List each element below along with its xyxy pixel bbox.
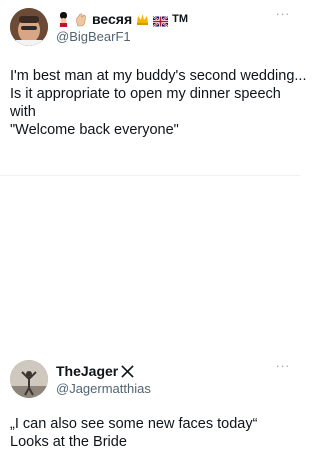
post-text-line: "Welcome back everyone": [10, 122, 179, 138]
post-1[interactable]: весяᴙ TM @BigBearF1 ··· I'm best man at …: [0, 0, 307, 176]
post-2[interactable]: TheJager @Jagermatthias ··· „I can also …: [0, 176, 300, 450]
post-text-line: Looks at the Bride: [10, 434, 127, 450]
avatar[interactable]: [10, 360, 48, 398]
display-name[interactable]: TheJager: [56, 363, 118, 379]
x-logo: [121, 364, 136, 379]
more-icon[interactable]: ···: [276, 6, 291, 21]
avatar[interactable]: [10, 8, 48, 46]
post-text-line: „I can also see some new faces today“: [10, 416, 258, 432]
crown-emoji: [135, 12, 150, 27]
post-text-line: Is it appropriate to open my dinner spee…: [10, 86, 281, 102]
uk-flag-emoji: [152, 12, 169, 27]
royal-guard-emoji: [56, 11, 71, 27]
more-icon[interactable]: ···: [276, 358, 291, 373]
handle[interactable]: @Jagermatthias: [56, 381, 151, 396]
avatar-photo: [10, 360, 48, 398]
post-text-line: with: [10, 104, 36, 120]
display-name[interactable]: весяᴙ: [92, 11, 132, 27]
post-text-line: I'm best man at my buddy's second weddin…: [10, 68, 307, 84]
tm-label: TM: [172, 13, 189, 25]
name-row: TheJager: [56, 363, 136, 379]
waving-hand-emoji: [74, 12, 89, 27]
handle[interactable]: @BigBearF1: [56, 29, 131, 44]
avatar-photo: [10, 8, 48, 46]
name-row: весяᴙ TM: [56, 11, 188, 27]
post-text: I'm best man at my buddy's second weddin…: [10, 67, 307, 139]
post-text: „I can also see some new faces today“ Lo…: [10, 415, 294, 451]
